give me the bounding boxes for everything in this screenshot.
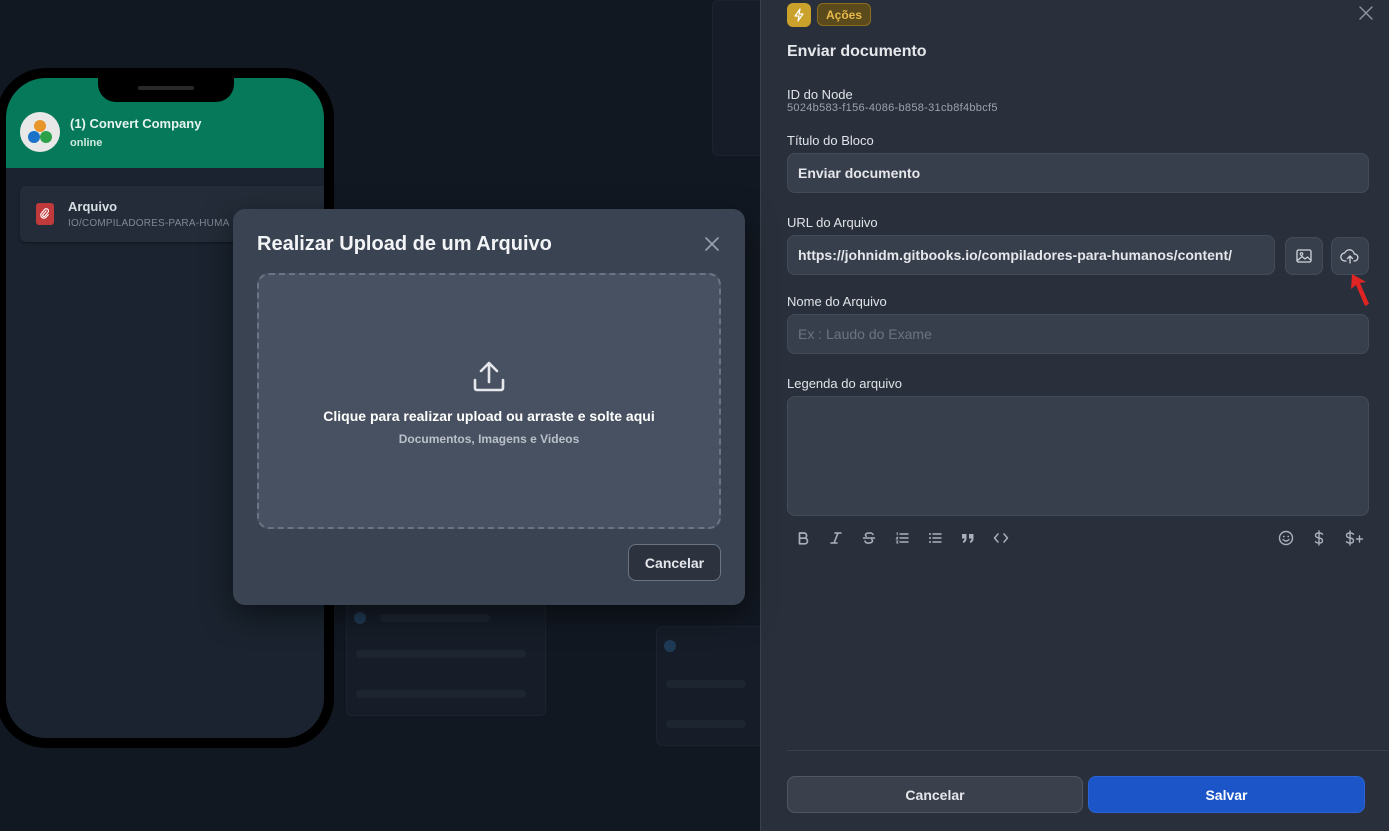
- strikethrough-icon[interactable]: [858, 527, 880, 549]
- contact-status: online: [70, 137, 103, 149]
- panel-save-button[interactable]: Salvar: [1088, 776, 1365, 813]
- phone-notch: [98, 78, 234, 102]
- bullet-list-icon[interactable]: [924, 527, 946, 549]
- file-url-label: URL do Arquivo: [787, 215, 878, 230]
- image-icon: [1296, 249, 1312, 263]
- contact-name: (1) Convert Company: [70, 116, 202, 131]
- ghost-node-dot: [664, 640, 676, 652]
- lightning-icon: [787, 3, 811, 27]
- upload-dropzone[interactable]: Clique para realizar upload ou arraste e…: [257, 273, 721, 529]
- file-caption-textarea[interactable]: [787, 396, 1369, 516]
- file-caption-label: Legenda do arquivo: [787, 376, 902, 391]
- actions-badge: Ações: [817, 3, 872, 26]
- bold-icon[interactable]: [792, 527, 814, 549]
- file-name-label: Nome do Arquivo: [787, 294, 887, 309]
- ghost-line: [666, 720, 746, 728]
- block-title-label: Título do Bloco: [787, 133, 874, 148]
- node-settings-panel: Ações Enviar documento ID do Node 5024b5…: [760, 0, 1389, 831]
- upload-icon: [473, 361, 505, 392]
- node-id-label: ID do Node: [787, 87, 853, 102]
- message-title: Arquivo: [68, 199, 118, 214]
- footer-divider: [787, 750, 1389, 751]
- emoji-icon[interactable]: [1275, 527, 1297, 549]
- dropzone-subtitle: Documentos, Imagens e Videos: [398, 432, 580, 446]
- upload-modal-title: Realizar Upload de um Arquivo: [257, 233, 552, 255]
- quote-icon[interactable]: [957, 527, 979, 549]
- node-id-value: 5024b583-f156-4086-b858-31cb8f4bbcf5: [787, 102, 998, 114]
- file-name-input[interactable]: [787, 314, 1369, 354]
- variable-icon[interactable]: [1308, 527, 1330, 549]
- message-subtitle: IO/COMPILADORES-PARA-HUMA: [68, 218, 230, 229]
- ghost-line: [356, 690, 526, 698]
- upload-file-button[interactable]: [1331, 237, 1369, 275]
- block-title-input[interactable]: [787, 153, 1369, 193]
- cloud-upload-icon: [1340, 249, 1359, 264]
- ghost-line: [666, 680, 746, 688]
- add-variable-icon[interactable]: [1341, 527, 1367, 549]
- ordered-list-icon[interactable]: [891, 527, 913, 549]
- file-url-input[interactable]: [787, 235, 1275, 275]
- code-icon[interactable]: [990, 527, 1012, 549]
- image-picker-button[interactable]: [1285, 237, 1323, 275]
- italic-icon[interactable]: [825, 527, 847, 549]
- panel-close-icon[interactable]: [1357, 4, 1375, 22]
- ghost-line: [356, 650, 526, 658]
- attachment-file-icon: [36, 203, 54, 225]
- ghost-node-dot: [354, 612, 366, 624]
- annotation-arrow-icon: [1351, 274, 1369, 306]
- close-icon[interactable]: [701, 233, 723, 255]
- ghost-line: [380, 614, 490, 622]
- contact-avatar: [20, 112, 60, 152]
- modal-cancel-button[interactable]: Cancelar: [628, 544, 721, 581]
- upload-modal: Realizar Upload de um Arquivo Clique par…: [233, 209, 745, 605]
- dropzone-title: Clique para realizar upload ou arraste e…: [323, 408, 655, 424]
- panel-title: Enviar documento: [787, 43, 927, 60]
- panel-cancel-button[interactable]: Cancelar: [787, 776, 1083, 813]
